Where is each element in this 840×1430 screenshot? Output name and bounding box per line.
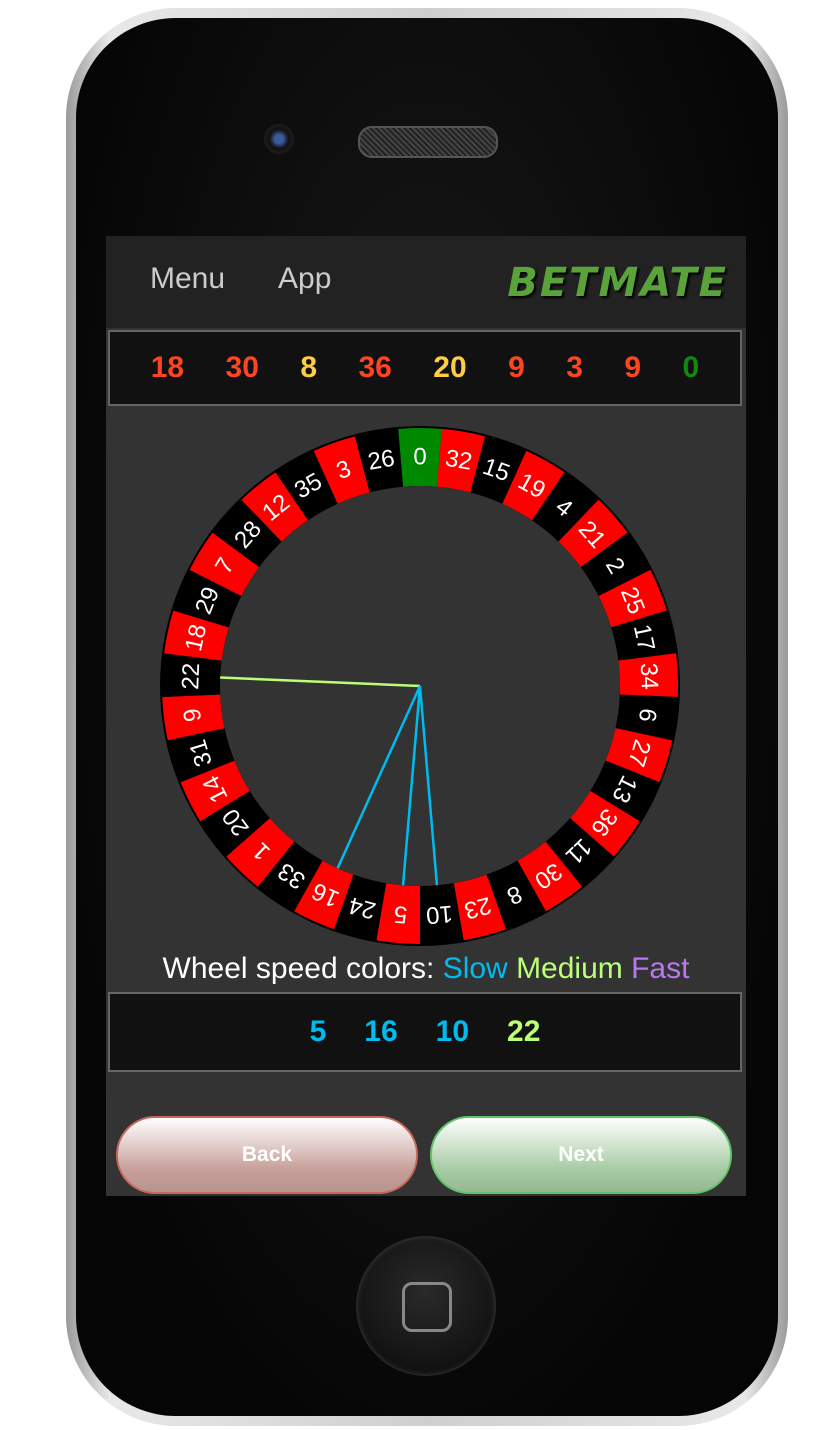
history-number: 8 [300,351,318,384]
home-button[interactable] [356,1236,496,1376]
betmate-logo: BETMATE [507,260,728,306]
pocket-number: 18 [180,622,212,654]
speaker-grille [358,126,498,158]
history-number: 20 [433,351,467,384]
speed-legend: Wheel speed colors: Slow Medium Fast [106,952,746,986]
app-screen: Menu App BETMATE 18 30 8 36 20 9 3 9 0 0 32 15 19 4 2… [106,236,746,1196]
speed-number: 5 [309,1015,327,1048]
back-button[interactable]: Back [116,1116,418,1194]
legend-slow: Slow [442,952,508,985]
history-number: 36 [358,351,392,384]
roulette-wheel: 0 32 15 19421225173462713361130823105241633… [160,426,680,946]
legend-fast: Fast [631,952,690,985]
pocket-number: 10 [425,900,454,929]
speed-number: 16 [364,1015,398,1048]
pocket-number: 17 [628,622,660,654]
top-bar: Menu App BETMATE [106,236,746,328]
pocket-number: 26 [366,445,397,476]
history-number: 9 [508,351,525,384]
spin-history: 18 30 8 36 20 9 3 9 0 [108,330,742,406]
legend-medium: Medium [516,952,623,985]
speed-number: 10 [435,1015,470,1048]
pocket-number: 5 [393,900,409,928]
history-number: 9 [624,351,642,384]
menu-link[interactable]: Menu [150,262,225,296]
pocket-number: 32 [443,445,474,476]
history-number: 3 [566,351,583,384]
speed-results: 5 16 10 22 [108,992,742,1072]
legend-label: Wheel speed colors: [162,952,435,985]
home-square-icon [402,1282,452,1332]
app-link[interactable]: App [278,262,331,296]
speed-number: 22 [507,1015,541,1048]
camera-icon [264,124,294,154]
pocket-number: 22 [177,662,205,690]
history-number: 18 [150,351,185,384]
next-button[interactable]: Next [430,1116,732,1194]
pocket-number: 0 [413,444,426,471]
pocket-number: 34 [635,662,663,690]
history-number: 30 [225,351,259,384]
history-number: 0 [682,351,700,384]
